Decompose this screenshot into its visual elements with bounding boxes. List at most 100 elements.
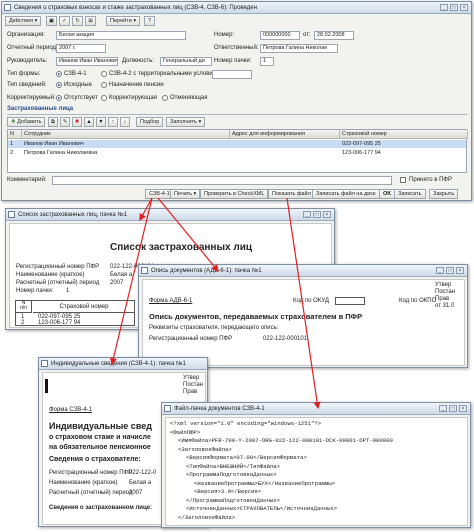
infotype-pension-radio[interactable] (101, 82, 107, 88)
close-button[interactable]: × (323, 211, 331, 218)
inventory-window-title: Опись документов (АДВ-6-1): пачка №1 (151, 268, 262, 274)
individual-heading-line: на обязательное пенсионное (49, 444, 151, 451)
corr-cancelling-radio[interactable] (162, 95, 168, 101)
responsible-field[interactable]: Петрова Галина Николае (260, 44, 338, 53)
infotype-initial-radio[interactable] (56, 82, 62, 88)
close-button[interactable]: × (459, 405, 467, 412)
accepted-checkbox[interactable] (400, 177, 406, 183)
close-button[interactable]: × (460, 4, 468, 11)
position-field[interactable]: Генеральный ди (160, 57, 212, 66)
refresh-icon-button[interactable]: ↻ (72, 16, 83, 26)
corr-none-label: Отсутствует (64, 95, 98, 101)
select-button[interactable]: Подбор (136, 117, 164, 127)
list-window-titlebar[interactable]: Список застрахованных лиц, пачка №1 _ □ × (6, 209, 334, 221)
corr-label: Корректируемый: (7, 95, 56, 101)
close-button[interactable]: × (456, 267, 464, 274)
check-xml-button[interactable]: Проверить в CheckXML (200, 189, 269, 199)
inventory-approved-line: Прав (435, 296, 450, 302)
grid-header-n[interactable]: N (8, 130, 22, 139)
close-form-button[interactable]: Закрыть (429, 189, 459, 199)
grid-header-employee[interactable]: Сотрудник (22, 130, 230, 139)
individual-approved-line: Прав (183, 389, 198, 395)
position-label: Должность: (122, 58, 155, 64)
xml-line: <НазваниеПрограммы>БУХ</НазваниеПрограмм… (194, 479, 335, 487)
accepted-label: Принято в ПФР (409, 177, 452, 183)
inventory-window-titlebar[interactable]: Опись документов (АДВ-6-1): пачка №1 _ □ × (139, 265, 467, 277)
list-heading: Список застрахованных лиц (110, 242, 252, 253)
from-label: от: (303, 32, 311, 38)
sort-desc-button[interactable]: ↓ (120, 117, 130, 127)
individual-window-titlebar[interactable]: Индивидуальные сведения (СЗВ-4-1): пачка… (39, 358, 207, 370)
maximize-button[interactable]: □ (446, 267, 454, 274)
leader-field[interactable]: Иванов Иван Иванович (56, 57, 118, 66)
main-window-titlebar[interactable]: Сведения о страховых взносах и стаже зас… (2, 2, 471, 14)
list-period-label: Расчетный (отчетный) период (16, 280, 100, 286)
individual-approved-line: Постан (183, 382, 203, 388)
minimize-button[interactable]: _ (440, 4, 448, 11)
maximize-button[interactable]: □ (450, 4, 458, 11)
formtype-szv41-radio[interactable] (56, 71, 62, 77)
document-icon (8, 211, 15, 218)
maximize-button[interactable]: □ (313, 211, 321, 218)
xml-line: <ФайлПФР> (170, 428, 201, 436)
org-field[interactable]: Белая акация (56, 31, 186, 40)
row-n: 1 (10, 141, 14, 147)
print-menu-button[interactable]: Печать ▾ (170, 189, 201, 199)
individual-reg-value: 022-122-0 (129, 470, 157, 476)
move-down-button[interactable]: ▼ (96, 117, 106, 127)
row-snils: 123-006-177 94 (342, 150, 381, 156)
pack-number-label: Номер пачки: (214, 58, 252, 64)
grid-header-snils[interactable]: Страховой номер (340, 130, 468, 139)
structure-icon-button[interactable]: ⊞ (85, 16, 96, 26)
xml-line: <?xml version="1.0" encoding="windows-12… (170, 420, 322, 427)
ok-button[interactable]: OK (379, 189, 396, 199)
section-divider (7, 114, 467, 115)
document-icon (141, 267, 148, 274)
xml-line: <ВерсияФормата>07.00</ВерсияФормата> (186, 454, 307, 461)
corr-correcting-radio[interactable] (101, 95, 107, 101)
go-menu-button[interactable]: Перейти ▾ (106, 16, 141, 26)
corr-none-radio[interactable] (56, 95, 62, 101)
sort-asc-button[interactable]: ↑ (108, 117, 118, 127)
pack-number-field[interactable]: 1 (260, 57, 274, 66)
minimize-button[interactable]: _ (436, 267, 444, 274)
maximize-button[interactable]: □ (449, 405, 457, 412)
save-icon-button[interactable]: ▣ (46, 16, 57, 26)
grid-header-address[interactable]: Адрес для информирования (230, 130, 340, 139)
show-file-label: Показать файл (272, 191, 311, 197)
xml-line: <Версия>3.0</Версия> (194, 488, 262, 495)
fill-menu-button[interactable]: Заполнить ▾ (166, 117, 206, 127)
add-row-button[interactable]: ✚ Добавить (7, 117, 46, 127)
save-button[interactable]: Записать (394, 189, 426, 199)
show-file-button[interactable]: Показать файл (268, 189, 315, 199)
delete-row-button[interactable]: ✖ (72, 117, 82, 127)
org-label: Организация: (7, 32, 45, 38)
inventory-req-label: Реквизиты страхователя, передающего опис… (149, 325, 279, 331)
minimize-button[interactable]: _ (439, 405, 447, 412)
row-address (230, 149, 340, 157)
individual-sub-heading: Сведения о страхователе: (49, 456, 141, 463)
date-field[interactable]: 28.02.2008 (314, 31, 354, 40)
number-field[interactable]: 000000000 (260, 31, 300, 40)
post-icon-button[interactable]: ✓ (59, 16, 70, 26)
help-button[interactable]: ? (144, 16, 156, 26)
table-row[interactable]: 1 Иванов Иван Иванович 022-097-095 25 (8, 140, 466, 148)
inventory-approved-line: Постан (435, 289, 455, 295)
inventory-heading: Опись документов, передаваемых страховат… (149, 312, 363, 321)
copy-row-button[interactable]: ⧉ (48, 117, 58, 127)
table-row[interactable]: 2 Петрова Галина Николаевна 123-006-177 … (8, 149, 466, 157)
okud-label: Код по ОКУД (293, 298, 329, 304)
infotype-pension-label: Назначение пенсии (109, 82, 164, 88)
comment-field[interactable] (52, 176, 392, 185)
row-snils: 022-097-095 25 (342, 141, 381, 147)
write-file-button[interactable]: Записать файл на диск (312, 189, 380, 199)
move-up-button[interactable]: ▲ (84, 117, 94, 127)
minimize-button[interactable]: _ (303, 211, 311, 218)
formtype-szv42-radio[interactable] (101, 71, 107, 77)
period-field[interactable]: 2007 г. (56, 44, 106, 53)
xml-text-area[interactable]: <?xml version="1.0" encoding="windows-12… (165, 417, 468, 526)
xml-window-titlebar[interactable]: Файл-пачка документов СЗВ-4-1 _ □ × (162, 403, 470, 415)
territorial-conditions-field[interactable] (212, 70, 252, 79)
actions-menu-button[interactable]: Действия ▾ (5, 16, 42, 26)
edit-row-button[interactable]: ✎ (60, 117, 70, 127)
